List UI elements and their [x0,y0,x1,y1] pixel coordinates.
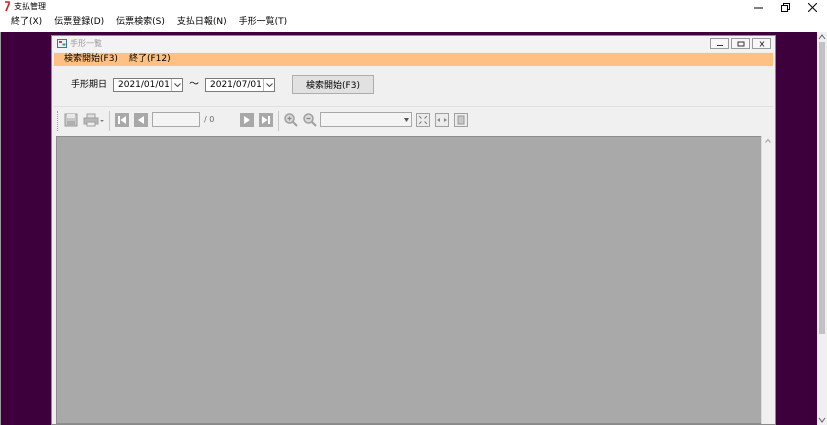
date-to-picker[interactable]: 2021/07/01 [205,78,275,92]
range-separator: ～ [189,79,199,90]
menu-voucher-register[interactable]: 伝票登録(D) [48,14,110,31]
actual-size-icon[interactable] [453,112,469,128]
child-restore-button[interactable] [731,38,750,49]
chevron-down-icon [404,118,409,122]
fit-width-icon[interactable] [434,112,450,128]
close-icon [807,2,817,12]
report-preview-area[interactable] [56,136,773,424]
menu-bill-list[interactable]: 手形一覧(T) [233,14,294,31]
close-button[interactable] [799,0,825,14]
restore-button[interactable] [772,0,798,14]
next-page-icon[interactable] [239,112,255,128]
page-total-label: / 0 [204,115,215,124]
date-to-value: 2021/07/01 [210,80,262,90]
toolbar-separator [109,111,110,131]
app-title: 支払管理 [14,2,46,11]
bill-list-window: 手形一覧 検索開始(F3) 終了(F12) 手形期日 2021/01/01 ～ … [51,35,776,425]
scroll-up-icon[interactable] [818,33,826,41]
date-from-value: 2021/01/01 [118,80,170,90]
app-titlebar: 支払管理 [0,0,827,14]
menu-exit[interactable]: 終了(X) [5,14,48,31]
form-icon [57,39,67,48]
toolbar-separator [278,111,279,131]
scroll-up-icon[interactable] [765,139,771,143]
date-from-picker[interactable]: 2021/01/01 [113,78,183,92]
menu-voucher-search[interactable]: 伝票検索(S) [110,14,171,31]
report-viewer-toolbar: / 0 [54,106,773,134]
search-start-button[interactable]: 検索開始(F3) [292,75,374,94]
scroll-down-icon[interactable] [818,416,826,424]
date-to-dropdown[interactable] [263,79,274,91]
zoom-in-icon[interactable] [283,112,299,128]
red-hook-icon [5,1,10,12]
minimize-icon [753,7,763,8]
fit-page-icon[interactable] [415,112,431,128]
menu-bar: 終了(X) 伝票登録(D) 伝票検索(S) 支払日報(N) 手形一覧(T) [0,14,827,31]
child-close-button[interactable] [752,38,771,49]
scrollbar-thumb[interactable] [819,42,825,334]
minimize-button[interactable] [745,0,771,14]
child-title: 手形一覧 [70,39,102,48]
restore-icon [780,2,790,12]
due-date-label: 手形期日 [71,80,108,90]
close-icon [759,40,764,47]
save-icon[interactable] [63,112,79,128]
minimize-icon [716,44,723,46]
print-icon[interactable] [83,112,105,128]
zoom-out-icon[interactable] [302,112,318,128]
child-menu-exit[interactable]: 終了(F12) [129,53,171,66]
menu-payment-daily[interactable]: 支払日報(N) [171,14,233,31]
child-minimize-button[interactable] [710,38,729,49]
chevron-down-icon [265,83,273,87]
first-page-icon[interactable] [114,112,130,128]
report-vertical-scrollbar[interactable] [761,136,773,424]
chevron-down-icon [173,83,181,87]
child-menu-strip: 検索開始(F3) 終了(F12) [54,53,773,66]
child-titlebar: 手形一覧 [52,36,775,52]
date-from-dropdown[interactable] [171,79,182,91]
page-number-input[interactable] [152,112,200,127]
restore-icon [737,41,744,46]
last-page-icon[interactable] [258,112,274,128]
previous-page-icon[interactable] [133,112,149,128]
toolbar-grip[interactable] [57,111,59,131]
zoom-select[interactable] [320,112,412,127]
main-vertical-scrollbar[interactable] [817,32,827,425]
child-menu-search[interactable]: 検索開始(F3) [64,53,118,66]
